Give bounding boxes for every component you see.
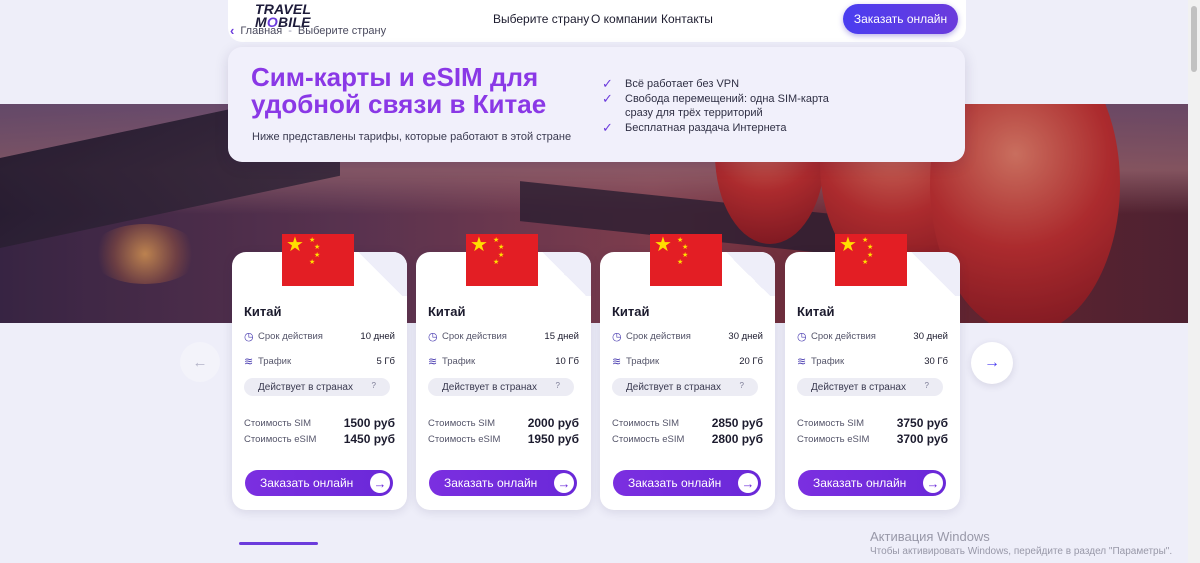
feature-item: ✓ Свобода перемещений: одна SIM-карта сра… bbox=[602, 91, 829, 120]
countries-dropdown[interactable]: Действует в странах? bbox=[428, 378, 574, 396]
order-online-button[interactable]: Заказать онлайн → bbox=[429, 470, 577, 496]
question-icon[interactable]: ? bbox=[925, 381, 929, 390]
hero-subtitle: Ниже представлены тарифы, которые работа… bbox=[252, 131, 572, 143]
wifi-icon: ≋ bbox=[428, 356, 438, 368]
chevron-left-icon[interactable]: ‹ bbox=[230, 23, 234, 38]
china-flag-icon: ★ ★ ★ ★ ★ bbox=[466, 234, 538, 286]
countries-dropdown[interactable]: Действует в странах? bbox=[612, 378, 758, 396]
clock-icon: ◷ bbox=[244, 331, 254, 343]
validity-row: ◷ Срок действия 30 дней bbox=[797, 331, 948, 343]
check-icon: ✓ bbox=[602, 120, 613, 135]
feature-list: ✓ Всё работает без VPN ✓ Свобода перемещен… bbox=[601, 77, 856, 136]
question-icon[interactable]: ? bbox=[556, 381, 560, 390]
countries-dropdown[interactable]: Действует в странах? bbox=[244, 378, 390, 396]
slider-prev-button[interactable]: ← bbox=[180, 342, 220, 382]
traffic-row: ≋ Трафик 30 Гб bbox=[797, 356, 948, 368]
sim-price-row: Стоимость SIM 2850 руб bbox=[612, 416, 763, 430]
order-online-header-button[interactable]: Заказать онлайн bbox=[843, 4, 958, 34]
wifi-icon: ≋ bbox=[797, 356, 807, 368]
slider-next-button[interactable]: → bbox=[971, 342, 1013, 384]
china-flag-icon: ★ ★ ★ ★ ★ bbox=[835, 234, 907, 286]
feature-item: ✓ Всё работает без VPN bbox=[602, 76, 740, 91]
validity-row: ◷ Срок действия 10 дней bbox=[244, 331, 395, 343]
arrow-right-icon: → bbox=[923, 473, 943, 493]
windows-activation-watermark: Активация Windows Чтобы активировать Win… bbox=[870, 529, 1173, 557]
clock-icon: ◷ bbox=[428, 331, 438, 343]
check-icon: ✓ bbox=[602, 76, 613, 91]
arrow-right-icon: → bbox=[370, 473, 390, 493]
sim-price-row: Стоимость SIM 2000 руб bbox=[428, 416, 579, 430]
card-corner-fold bbox=[537, 252, 591, 296]
wifi-icon: ≋ bbox=[612, 356, 622, 368]
esim-price-row: Стоимость eSIM 3700 руб bbox=[797, 432, 948, 446]
validity-row: ◷ Срок действия 30 дней bbox=[612, 331, 763, 343]
validity-row: ◷ Срок действия 15 дней bbox=[428, 331, 579, 343]
order-online-button[interactable]: Заказать онлайн → bbox=[798, 470, 946, 496]
esim-price-row: Стоимость eSIM 2800 руб bbox=[612, 432, 763, 446]
esim-price-row: Стоимость eSIM 1450 руб bbox=[244, 432, 395, 446]
order-online-button[interactable]: Заказать онлайн → bbox=[245, 470, 393, 496]
card-country: Китай bbox=[612, 304, 650, 319]
china-flag-icon: ★ ★ ★ ★ ★ bbox=[282, 234, 354, 286]
hero-card: Сим-карты и eSIM для удобной связи в Кит… bbox=[228, 47, 965, 162]
section-underline bbox=[239, 542, 318, 545]
card-country: Китай bbox=[244, 304, 282, 319]
card-corner-fold bbox=[906, 252, 960, 296]
clock-icon: ◷ bbox=[797, 331, 807, 343]
arrow-left-icon: ← bbox=[192, 353, 208, 371]
breadcrumb-home[interactable]: Главная bbox=[240, 25, 282, 37]
traffic-row: ≋ Трафик 20 Гб bbox=[612, 356, 763, 368]
china-flag-icon: ★ ★ ★ ★ ★ bbox=[650, 234, 722, 286]
arrow-right-icon: → bbox=[738, 473, 758, 493]
sim-price-row: Стоимость SIM 1500 руб bbox=[244, 416, 395, 430]
card-country: Китай bbox=[428, 304, 466, 319]
esim-price-row: Стоимость eSIM 1950 руб bbox=[428, 432, 579, 446]
feature-item: ✓ Бесплатная раздача Интернета bbox=[602, 120, 787, 135]
clock-icon: ◷ bbox=[612, 331, 622, 343]
card-corner-fold bbox=[721, 252, 775, 296]
card-corner-fold bbox=[353, 252, 407, 296]
nav-about[interactable]: О компании bbox=[591, 12, 657, 26]
arrow-right-icon: → bbox=[554, 473, 574, 493]
card-country: Китай bbox=[797, 304, 835, 319]
nav-contacts[interactable]: Контакты bbox=[661, 12, 713, 26]
breadcrumb: ‹ Главная - Выберите страну bbox=[230, 23, 386, 38]
tariff-card: ★ ★ ★ ★ ★ Китай ◷ Срок действия 15 дней ≋ Трафи… bbox=[416, 234, 591, 510]
question-icon[interactable]: ? bbox=[740, 381, 744, 390]
tariff-card: ★ ★ ★ ★ ★ Китай ◷ Срок действия 30 дней ≋ Трафи… bbox=[785, 234, 960, 510]
question-icon[interactable]: ? bbox=[372, 381, 376, 390]
traffic-row: ≋ Трафик 5 Гб bbox=[244, 356, 395, 368]
countries-dropdown[interactable]: Действует в странах? bbox=[797, 378, 943, 396]
traffic-row: ≋ Трафик 10 Гб bbox=[428, 356, 579, 368]
breadcrumb-separator: - bbox=[288, 24, 292, 37]
check-icon: ✓ bbox=[602, 91, 613, 106]
wifi-icon: ≋ bbox=[244, 356, 254, 368]
order-online-button[interactable]: Заказать онлайн → bbox=[613, 470, 761, 496]
tariff-card: ★ ★ ★ ★ ★ Китай ◷ Срок действия 30 дней ≋ Трафи… bbox=[600, 234, 775, 510]
page-title: Сим-карты и eSIM для удобной связи в Кит… bbox=[251, 62, 547, 119]
scrollbar-thumb[interactable] bbox=[1191, 6, 1197, 72]
arrow-right-icon: → bbox=[984, 354, 1000, 371]
breadcrumb-current: Выберите страну bbox=[297, 24, 387, 37]
tariff-card: ★ ★ ★ ★ ★ Китай ◷ Срок действия 10 дней ≋ Трафи… bbox=[232, 234, 407, 510]
sim-price-row: Стоимость SIM 3750 руб bbox=[797, 416, 948, 430]
nav-choose-country[interactable]: Выберите страну bbox=[493, 12, 589, 26]
page-scrollbar[interactable] bbox=[1188, 0, 1200, 563]
